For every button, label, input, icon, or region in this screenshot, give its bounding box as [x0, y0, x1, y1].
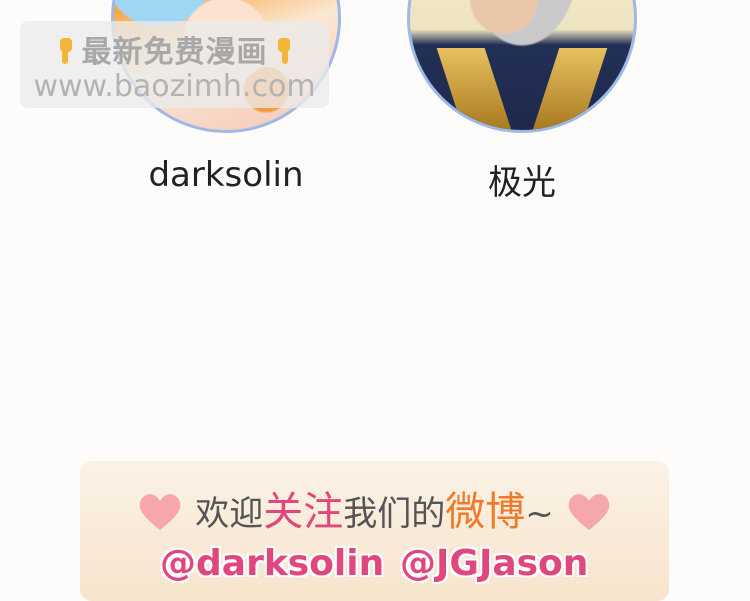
- follow-suffix: ~: [525, 494, 554, 534]
- watermark-url: www.baozimh.com: [33, 69, 316, 104]
- follow-prefix: 欢迎: [195, 494, 264, 534]
- weibo-handle-jgjason[interactable]: @JGJason: [400, 543, 588, 584]
- avatar-name-right: 极光: [488, 163, 556, 203]
- heart-icon: [568, 493, 610, 530]
- heart-icon: [139, 493, 181, 530]
- armor-left-shape: [436, 48, 512, 130]
- armor-right-shape: [532, 48, 608, 130]
- follow-middle: 我们的: [343, 494, 446, 534]
- follow-highlight: 关注: [263, 489, 344, 535]
- watermark-line1: 最新免费漫画: [20, 27, 329, 71]
- pointing-down-hand-icon: [277, 37, 290, 64]
- avatar-name-left: darksolin: [148, 155, 304, 195]
- watermark-text-1: 最新免费漫画: [81, 35, 268, 70]
- avatar-jiguang: [407, 0, 637, 133]
- weibo-follow-banner: 欢迎关注我们的微博~ @darksolin @JGJason: [80, 461, 669, 601]
- watermark-banner: 最新免费漫画 www.baozimh.com: [20, 21, 329, 108]
- pointing-down-hand-icon: [59, 37, 72, 64]
- weibo-highlight: 微博: [445, 489, 526, 535]
- weibo-handle-darksolin[interactable]: @darksolin: [160, 543, 384, 584]
- follow-message: 欢迎关注我们的微博~: [80, 479, 669, 537]
